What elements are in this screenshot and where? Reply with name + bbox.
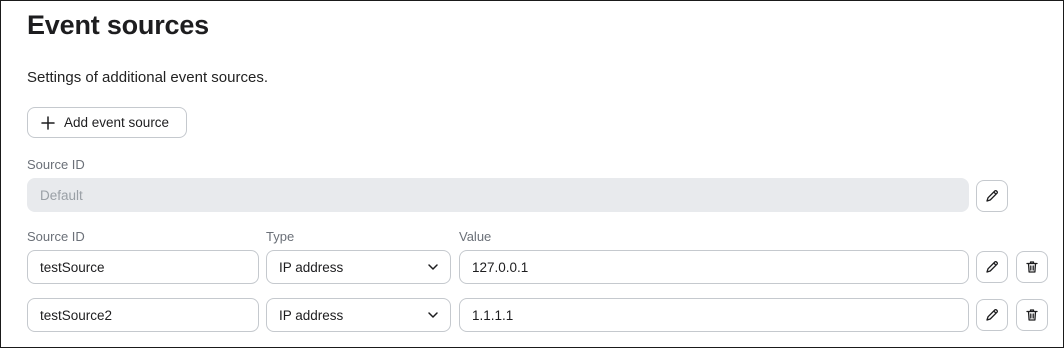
row-1-value-input[interactable]: 127.0.0.1 (459, 250, 969, 284)
row-1-delete-button[interactable] (1016, 251, 1048, 283)
pencil-icon (986, 190, 998, 202)
chevron-down-icon (428, 312, 438, 318)
page-title: Event sources (27, 10, 209, 40)
default-source-id-label: Source ID (27, 157, 85, 172)
event-sources-panel: Event sources Settings of additional eve… (0, 0, 1064, 348)
page-subtitle: Settings of additional event sources. (27, 69, 268, 86)
row-2-delete-button[interactable] (1016, 299, 1048, 331)
default-source-id-field: Default (27, 178, 969, 212)
chevron-down-icon (428, 264, 438, 270)
column-header-value: Value (459, 229, 492, 244)
trash-icon (1026, 309, 1038, 321)
row-1-type-select[interactable]: IP address (266, 250, 451, 284)
add-event-source-button[interactable]: Add event source (27, 107, 187, 138)
row-2-edit-button[interactable] (976, 299, 1008, 331)
edit-default-source-button[interactable] (976, 180, 1008, 212)
row-2-value-input[interactable]: 1.1.1.1 (459, 298, 969, 332)
trash-icon (1026, 261, 1038, 273)
row-1-type-value: IP address (279, 259, 344, 275)
plus-icon (41, 115, 55, 130)
row-2-type-value: IP address (279, 307, 344, 323)
column-header-source-id: Source ID (27, 229, 85, 244)
pencil-icon (986, 309, 998, 321)
column-header-type: Type (266, 229, 295, 244)
pencil-icon (986, 261, 998, 273)
row-1-source-id-input[interactable]: testSource (27, 250, 259, 284)
row-2-source-id-input[interactable]: testSource2 (27, 298, 259, 332)
row-2-type-select[interactable]: IP address (266, 298, 451, 332)
add-event-source-label: Add event source (64, 115, 170, 130)
row-1-edit-button[interactable] (976, 251, 1008, 283)
